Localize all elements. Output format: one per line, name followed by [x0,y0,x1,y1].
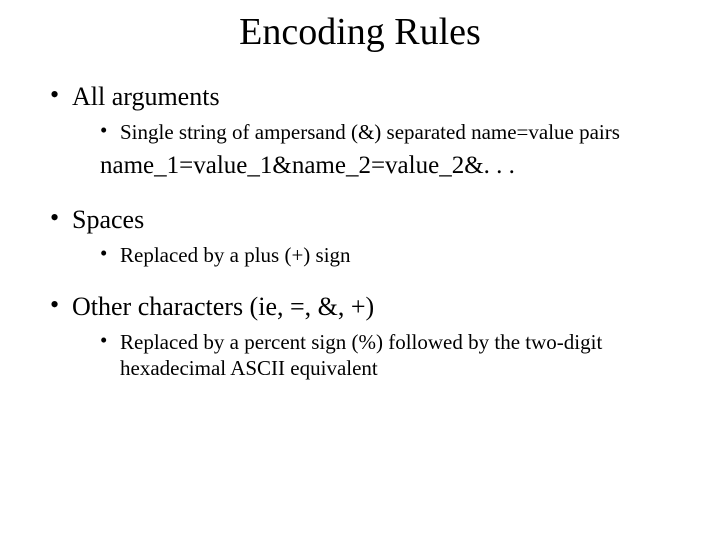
bullet-item: Other characters (ie, =, &, +) Replaced … [50,292,690,380]
sub-list: Single string of ampersand (&) separated… [72,120,690,145]
example-text: name_1=value_1&name_2=value_2&. . . [100,151,690,181]
sub-list: Replaced by a plus (+) sign [72,243,690,268]
sub-item: Replaced by a plus (+) sign [100,243,690,268]
sub-item: Replaced by a percent sign (%) followed … [100,330,690,380]
sub-item: Single string of ampersand (&) separated… [100,120,690,145]
bullet-label: Spaces [72,205,144,234]
bullet-label: Other characters (ie, =, &, +) [72,292,374,321]
slide-title: Encoding Rules [30,10,690,54]
sub-list: Replaced by a percent sign (%) followed … [72,330,690,380]
slide: Encoding Rules All arguments Single stri… [0,0,720,540]
bullet-list: All arguments Single string of ampersand… [30,82,690,381]
bullet-label: All arguments [72,82,220,111]
bullet-item: All arguments Single string of ampersand… [50,82,690,181]
bullet-item: Spaces Replaced by a plus (+) sign [50,205,690,268]
